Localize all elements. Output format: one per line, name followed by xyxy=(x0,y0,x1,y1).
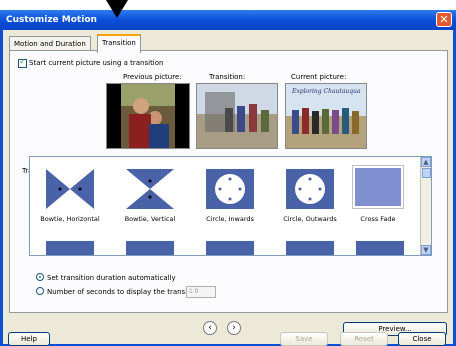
circle-inwards-tile[interactable] xyxy=(206,169,254,209)
scroll-up-icon[interactable]: ▲ xyxy=(421,157,431,167)
current-picture: Exploring Chautauqua xyxy=(285,83,367,149)
bowtie-horizontal-tile[interactable] xyxy=(46,169,94,209)
cross-fade-tile-selected[interactable] xyxy=(352,165,404,209)
transitions-scrollbar[interactable]: ▲ ▼ xyxy=(420,157,431,255)
circle-outwards-icon xyxy=(295,174,325,204)
cross-fade-icon xyxy=(355,168,401,206)
seconds-duration-label: Number of seconds to display the transit… xyxy=(47,288,201,296)
transition-tile-partial[interactable] xyxy=(206,241,254,255)
auto-duration-label: Set transition duration automatically xyxy=(47,274,176,282)
transition-preview xyxy=(196,83,278,149)
previous-picture xyxy=(106,83,190,149)
transition-tile-partial[interactable] xyxy=(126,241,174,255)
reset-button[interactable]: Reset xyxy=(340,332,388,346)
transition-tile-partial[interactable] xyxy=(286,241,334,255)
next-picture-icon[interactable]: › xyxy=(227,321,241,335)
current-photo-image xyxy=(286,108,366,148)
close-button[interactable]: Close xyxy=(398,332,446,346)
dialog-client-area: Motion and Duration Transition Start cur… xyxy=(3,30,453,344)
transition-blend-image xyxy=(197,84,277,148)
circle-outwards-tile[interactable] xyxy=(286,169,334,209)
previous-picture-label: Previous picture: xyxy=(123,73,182,81)
start-transition-checkbox[interactable] xyxy=(18,57,27,68)
previous-photo-image xyxy=(121,84,175,148)
save-button[interactable]: Save xyxy=(280,332,328,346)
transition-caption: Bowtie, Vertical xyxy=(124,215,176,223)
transition-tile-partial[interactable] xyxy=(356,241,404,255)
transitions-list[interactable]: Bowtie, Horizontal Bowtie, Vertical Circ… xyxy=(29,156,432,256)
tab-motion-and-duration[interactable]: Motion and Duration xyxy=(9,36,91,51)
bowtie-vertical-tile[interactable] xyxy=(126,169,174,209)
seconds-duration-radio[interactable] xyxy=(36,287,44,295)
customize-motion-dialog: Customize Motion ✕ Motion and Duration T… xyxy=(0,10,456,346)
transition-caption: Circle, Outwards xyxy=(283,215,337,223)
current-picture-label: Current picture: xyxy=(291,73,347,81)
pointer-arrow-icon xyxy=(106,0,128,18)
close-icon[interactable]: ✕ xyxy=(436,12,452,27)
previous-picture-icon[interactable]: ‹ xyxy=(203,321,217,335)
scroll-thumb[interactable] xyxy=(422,168,431,178)
help-button[interactable]: Help xyxy=(8,332,50,346)
seconds-stepper[interactable]: 1.0 xyxy=(186,286,216,298)
bowtie-horizontal-icon xyxy=(46,169,94,209)
auto-duration-radio[interactable] xyxy=(36,273,44,281)
window-title: Customize Motion xyxy=(6,15,97,25)
transition-caption: Circle, Inwards xyxy=(206,215,254,223)
transition-caption: Cross Fade xyxy=(360,215,396,223)
transition-tile-partial[interactable] xyxy=(46,241,94,255)
tab-transition[interactable]: Transition xyxy=(97,34,141,53)
circle-inwards-icon xyxy=(215,174,245,204)
scroll-down-icon[interactable]: ▼ xyxy=(421,245,431,255)
bowtie-vertical-icon xyxy=(126,169,174,209)
transition-preview-label: Transition: xyxy=(209,73,246,81)
seconds-value: 1.0 xyxy=(189,288,199,295)
transition-caption: Bowtie, Horizontal xyxy=(40,215,100,223)
start-transition-label: Start current picture using a transition xyxy=(29,59,164,67)
title-bar[interactable]: Customize Motion ✕ xyxy=(0,10,456,30)
